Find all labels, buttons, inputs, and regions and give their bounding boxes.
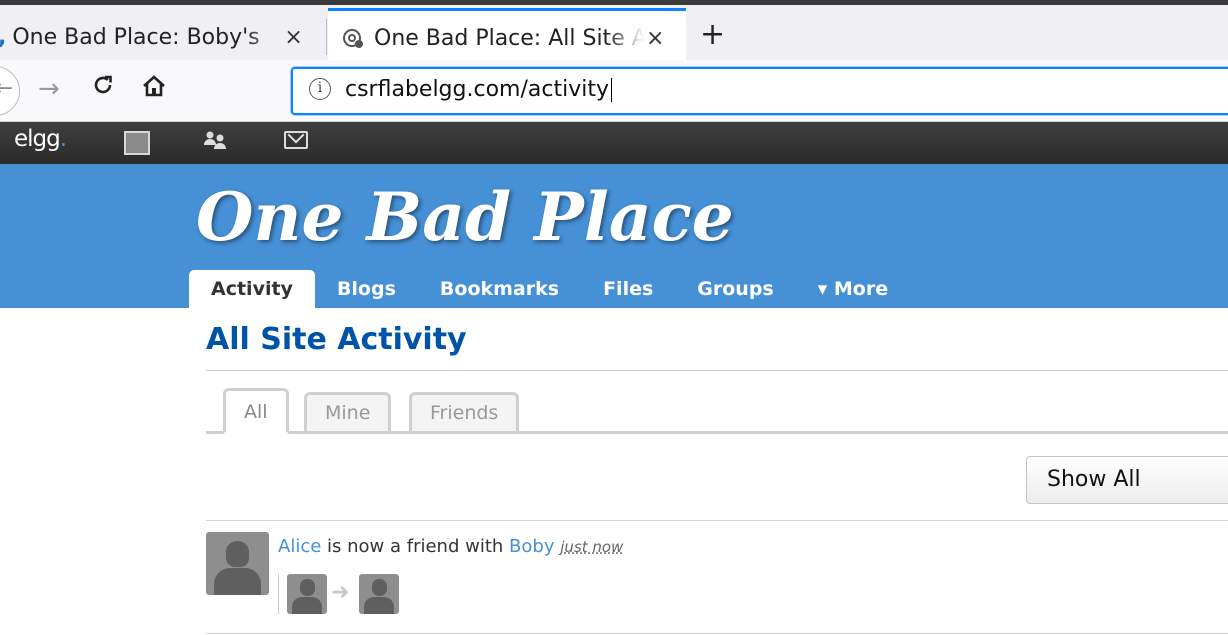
avatar[interactable] xyxy=(287,574,327,614)
river-summary: Alice is now a friend with Boby just now xyxy=(278,536,623,557)
tab-friends[interactable]: Friends xyxy=(409,392,520,434)
object-link[interactable]: Boby xyxy=(509,536,554,557)
site-header: One Bad Place Activity Blogs Bookmarks F… xyxy=(0,164,1228,308)
address-bar[interactable]: i csrflabelgg.com/activity xyxy=(291,67,1228,115)
logo-text: elgg xyxy=(14,126,61,152)
back-button[interactable]: ← xyxy=(0,66,20,116)
divider xyxy=(206,520,1228,521)
elgg-topbar: elgg. xyxy=(0,122,1228,164)
forward-button[interactable]: → xyxy=(38,74,60,104)
tab-mine[interactable]: Mine xyxy=(304,392,392,434)
tab-title: One Bad Place: Boby's xyxy=(12,25,260,50)
menu-item-files[interactable]: Files xyxy=(581,270,675,308)
messages-icon[interactable] xyxy=(284,131,308,149)
menu-item-groups[interactable]: Groups xyxy=(675,270,795,308)
elgg-favicon-icon xyxy=(342,27,364,49)
new-tab-button[interactable]: + xyxy=(700,15,725,55)
info-icon[interactable]: i xyxy=(309,78,331,100)
menu-item-bookmarks[interactable]: Bookmarks xyxy=(418,270,581,308)
river-attachments: ➜ xyxy=(278,574,438,614)
browser-tab-strip: , One Bad Place: Boby's × One Bad Place:… xyxy=(0,0,1228,65)
arrow-left-icon: ← xyxy=(0,76,13,101)
divider xyxy=(206,633,1228,634)
close-tab-icon[interactable]: × xyxy=(284,25,302,50)
subject-link[interactable]: Alice xyxy=(278,536,321,557)
arrow-right-icon: ➜ xyxy=(331,580,350,605)
avatar[interactable] xyxy=(206,532,269,595)
menu-item-more[interactable]: ▾ More xyxy=(796,270,910,308)
menu-item-blogs[interactable]: Blogs xyxy=(315,270,418,308)
logo-dot: . xyxy=(59,126,67,152)
tab-title: One Bad Place: All Site Activity xyxy=(374,25,644,51)
url-text[interactable]: csrflabelgg.com/activity xyxy=(345,77,612,102)
action-text: is now a friend with xyxy=(327,536,504,557)
filter-tabs: All Mine Friends xyxy=(206,388,1228,434)
home-button[interactable] xyxy=(140,72,168,104)
user-avatar-icon[interactable] xyxy=(124,131,150,155)
divider xyxy=(206,370,1228,371)
browser-tab-boby[interactable]: , One Bad Place: Boby's × xyxy=(0,10,324,65)
tab-divider xyxy=(326,19,327,55)
close-tab-icon[interactable]: × xyxy=(646,26,664,51)
reload-button[interactable] xyxy=(90,72,116,105)
friends-icon[interactable] xyxy=(203,129,229,156)
reload-icon xyxy=(94,75,112,94)
site-menu: Activity Blogs Bookmarks Files Groups ▾ … xyxy=(189,270,910,308)
home-icon xyxy=(143,75,165,97)
list-item: Alice is now a friend with Boby just now… xyxy=(206,532,1228,628)
timestamp: just now xyxy=(560,538,624,556)
browser-nav-bar: ← → i csrflabelgg.com/activity xyxy=(0,60,1228,122)
browser-tab-activity[interactable]: One Bad Place: All Site Activity × xyxy=(328,8,686,65)
page-title: All Site Activity xyxy=(206,322,467,357)
elgg-favicon-icon: , xyxy=(0,25,6,50)
activity-type-select[interactable]: Show All xyxy=(1026,456,1228,504)
menu-item-activity[interactable]: Activity xyxy=(189,270,315,308)
elgg-logo[interactable]: elgg. xyxy=(14,126,67,152)
site-title[interactable]: One Bad Place xyxy=(196,178,734,256)
tab-all[interactable]: All xyxy=(223,388,289,434)
avatar[interactable] xyxy=(359,574,399,614)
